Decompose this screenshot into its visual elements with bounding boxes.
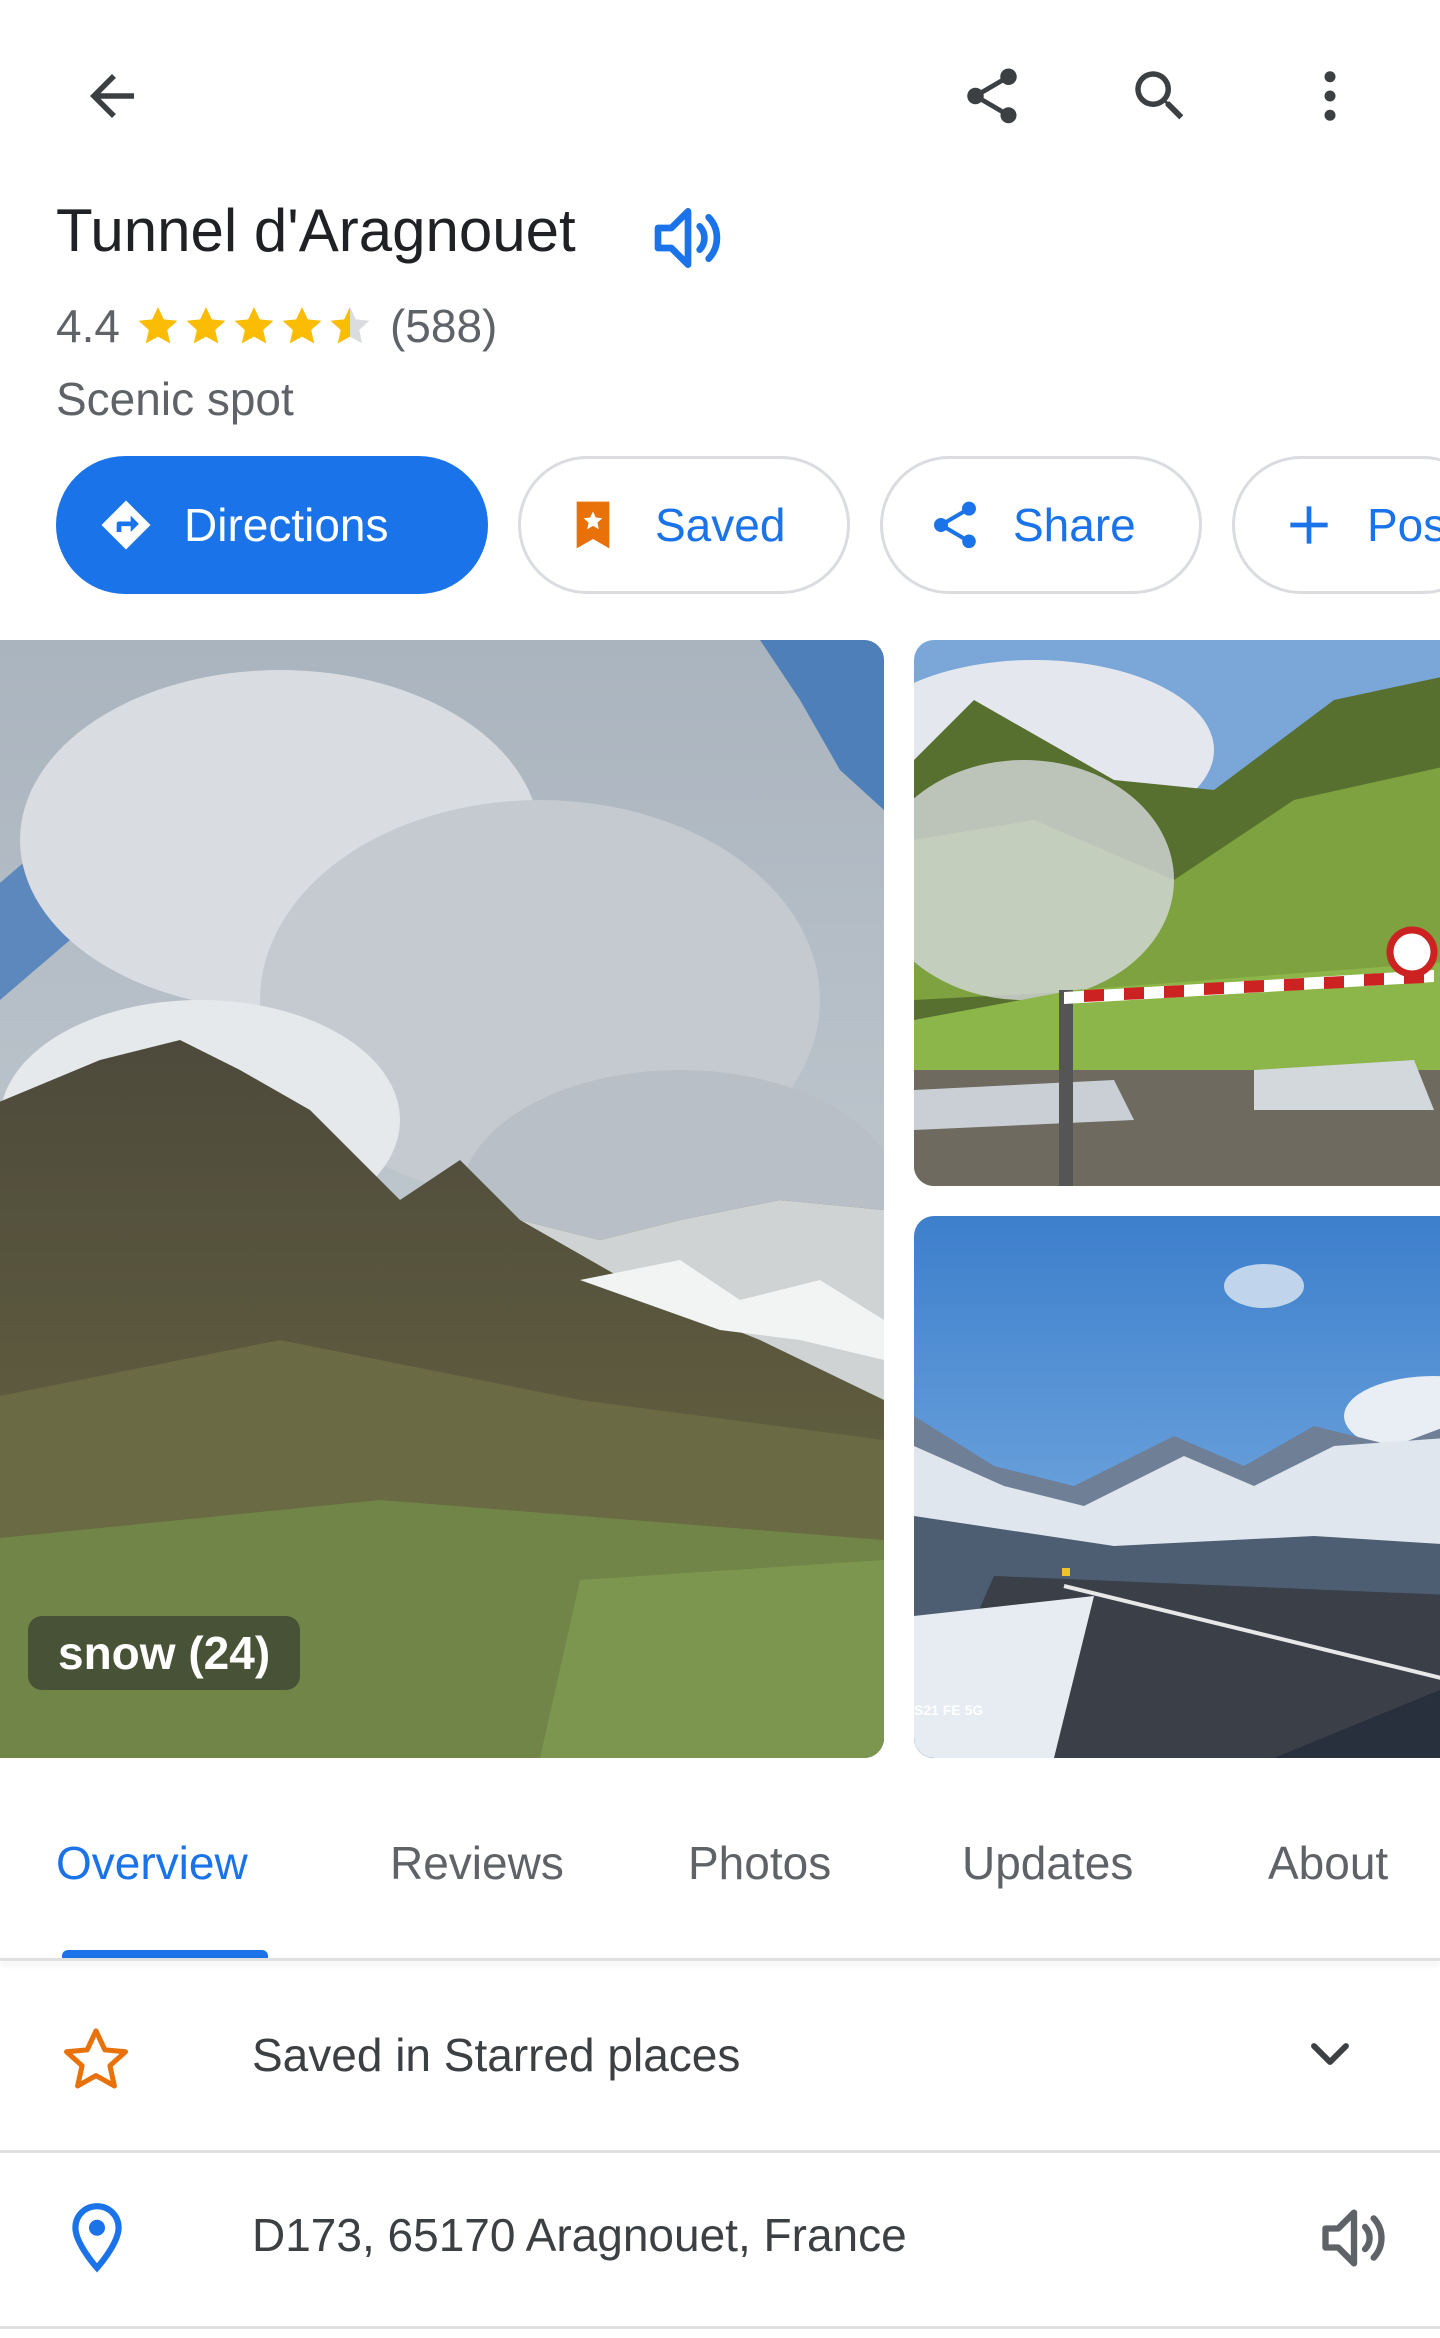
tabs-divider: [0, 1958, 1440, 1961]
plus-icon: [1290, 506, 1328, 544]
row-divider: [0, 2150, 1440, 2153]
half-star-icon: [330, 307, 370, 344]
star-icon: [186, 307, 226, 344]
snowy-road-photo-image: [914, 1216, 1440, 1758]
side-photo-top[interactable]: [914, 640, 1440, 1186]
share-button[interactable]: [944, 48, 1040, 144]
directions-icon: [101, 500, 151, 550]
directions-label: Directions: [184, 499, 389, 551]
photo-tag-label[interactable]: snow (24): [28, 1616, 301, 1690]
tab-overview[interactable]: Overview: [56, 1836, 248, 1890]
saved-button[interactable]: Saved: [518, 456, 850, 594]
star-icon: [282, 307, 322, 344]
reviews-count: (588): [389, 300, 498, 352]
arrow-back-icon: [90, 74, 134, 118]
rating-value: 4.4: [56, 300, 120, 352]
row-divider: [0, 2326, 1440, 2329]
bookmark-star-icon: [576, 501, 610, 549]
saved-label: Saved: [655, 499, 786, 551]
tunnel-entrance-photo-image: [914, 640, 1440, 1186]
share-chip-button[interactable]: Share: [880, 456, 1202, 594]
tab-reviews[interactable]: Reviews: [390, 1836, 564, 1890]
directions-button[interactable]: Directions: [56, 456, 488, 594]
star-icon: [138, 307, 178, 344]
post-label: Pos: [1367, 499, 1440, 551]
search-icon: [1135, 71, 1184, 120]
place-title: Tunnel d'Aragnouet: [56, 197, 576, 264]
share-label: Share: [1013, 499, 1136, 551]
location-pin-icon: [72, 2203, 122, 2273]
share-icon: [934, 501, 976, 549]
side-photo-bottom[interactable]: [914, 1216, 1440, 1758]
search-button[interactable]: [1112, 48, 1208, 144]
speaker-icon[interactable]: [648, 198, 728, 278]
chevron-down-icon[interactable]: [1298, 2022, 1362, 2086]
speaker-icon[interactable]: [1316, 2200, 1392, 2276]
tab-photos[interactable]: Photos: [688, 1836, 831, 1890]
main-photo[interactable]: [0, 640, 884, 1758]
post-button[interactable]: Pos: [1232, 456, 1440, 594]
rating-stars: [134, 302, 374, 350]
back-button[interactable]: [64, 48, 160, 144]
more-vert-icon: [1324, 71, 1336, 121]
tab-updates[interactable]: Updates: [962, 1836, 1133, 1890]
address-text: D173, 65170 Aragnouet, France: [252, 2209, 907, 2261]
rating-row[interactable]: 4.4 (588): [56, 296, 497, 356]
saved-in-text: Saved in Starred places: [252, 2029, 741, 2081]
star-icon: [234, 307, 274, 344]
place-category: Scenic spot: [56, 373, 294, 425]
more-options-button[interactable]: [1282, 48, 1378, 144]
star-outline-icon: [64, 2028, 128, 2089]
photo-watermark: S21 FE 5G: [914, 1702, 984, 1718]
tab-about[interactable]: About: [1268, 1836, 1388, 1890]
mountain-photo-image: [0, 640, 884, 1758]
share-icon: [967, 68, 1017, 124]
